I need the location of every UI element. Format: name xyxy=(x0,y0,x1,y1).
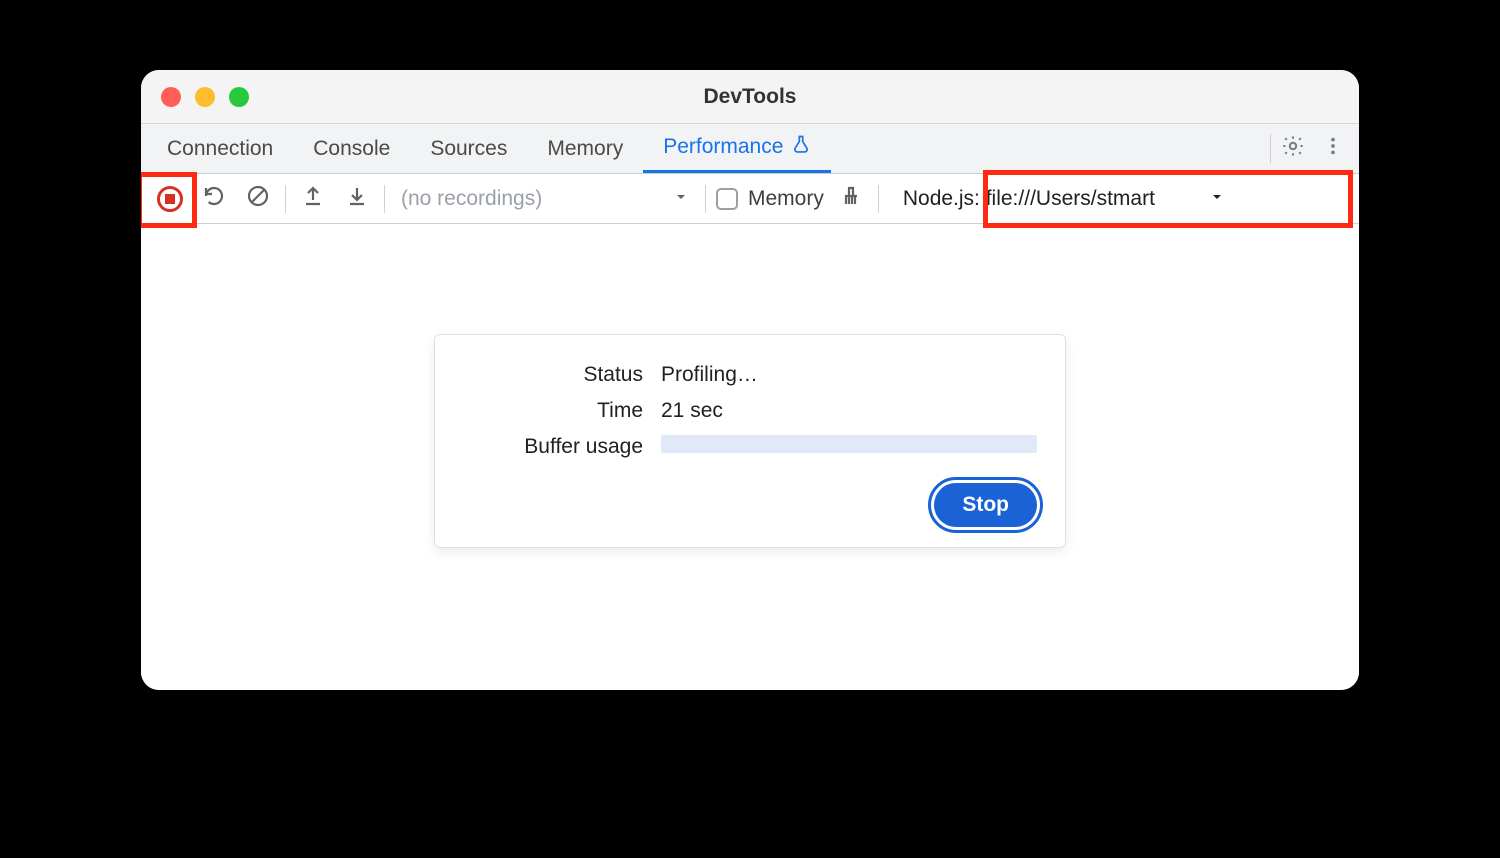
tab-sources[interactable]: Sources xyxy=(410,124,527,173)
tab-performance[interactable]: Performance xyxy=(643,124,831,173)
profiling-status-panel: Status Profiling… Time 21 sec Buffer usa… xyxy=(434,334,1066,548)
record-icon xyxy=(157,186,183,212)
flask-icon xyxy=(791,134,811,160)
tab-label: Console xyxy=(313,137,390,161)
tab-console[interactable]: Console xyxy=(293,124,410,173)
kebab-icon xyxy=(1322,135,1344,162)
traffic-lights xyxy=(161,87,249,107)
download-icon xyxy=(345,184,369,213)
window-title: DevTools xyxy=(141,85,1359,109)
time-label: Time xyxy=(463,399,643,423)
tab-label: Sources xyxy=(430,137,507,161)
memory-toggle[interactable]: Memory xyxy=(716,187,824,211)
tab-label: Connection xyxy=(167,137,273,161)
performance-content: Status Profiling… Time 21 sec Buffer usa… xyxy=(141,224,1359,690)
buffer-usage-bar xyxy=(661,435,1037,453)
upload-profile-button[interactable] xyxy=(296,182,330,216)
broom-icon xyxy=(839,184,863,213)
recordings-dropdown[interactable]: (no recordings) xyxy=(395,187,695,211)
settings-button[interactable] xyxy=(1273,124,1313,173)
more-options-button[interactable] xyxy=(1313,124,1353,173)
divider xyxy=(384,185,385,213)
download-profile-button[interactable] xyxy=(340,182,374,216)
performance-toolbar: (no recordings) Memory Node.js: file:///… xyxy=(141,174,1359,224)
tab-label: Memory xyxy=(547,137,623,161)
status-label: Status xyxy=(463,363,643,387)
divider xyxy=(285,185,286,213)
gear-icon xyxy=(1281,134,1305,163)
checkbox-icon xyxy=(716,188,738,210)
block-icon xyxy=(246,184,270,213)
record-button[interactable] xyxy=(153,182,187,216)
buffer-label: Buffer usage xyxy=(463,435,643,459)
tab-connection[interactable]: Connection xyxy=(147,124,293,173)
divider xyxy=(878,185,879,213)
javascript-context-dropdown[interactable]: Node.js: file:///Users/stmart xyxy=(889,183,1239,215)
zoom-window-button[interactable] xyxy=(229,87,249,107)
close-window-button[interactable] xyxy=(161,87,181,107)
reload-button[interactable] xyxy=(197,182,231,216)
chevron-down-icon xyxy=(673,187,689,211)
window-titlebar: DevTools xyxy=(141,70,1359,124)
upload-icon xyxy=(301,184,325,213)
chevron-down-icon xyxy=(1209,187,1225,211)
time-value: 21 sec xyxy=(661,399,1037,423)
devtools-window: DevTools Connection Console Sources Memo… xyxy=(141,70,1359,690)
clear-button[interactable] xyxy=(241,182,275,216)
tab-label: Performance xyxy=(663,135,783,159)
minimize-window-button[interactable] xyxy=(195,87,215,107)
panel-tabs: Connection Console Sources Memory Perfor… xyxy=(141,124,1359,174)
memory-label: Memory xyxy=(748,187,824,211)
divider xyxy=(705,185,706,213)
collect-garbage-button[interactable] xyxy=(834,182,868,216)
target-label: Node.js: file:///Users/stmart xyxy=(903,187,1155,211)
status-value: Profiling… xyxy=(661,363,1037,387)
recordings-placeholder: (no recordings) xyxy=(401,187,542,211)
tab-memory[interactable]: Memory xyxy=(527,124,643,173)
reload-icon xyxy=(202,184,226,213)
stop-button[interactable]: Stop xyxy=(934,483,1037,527)
